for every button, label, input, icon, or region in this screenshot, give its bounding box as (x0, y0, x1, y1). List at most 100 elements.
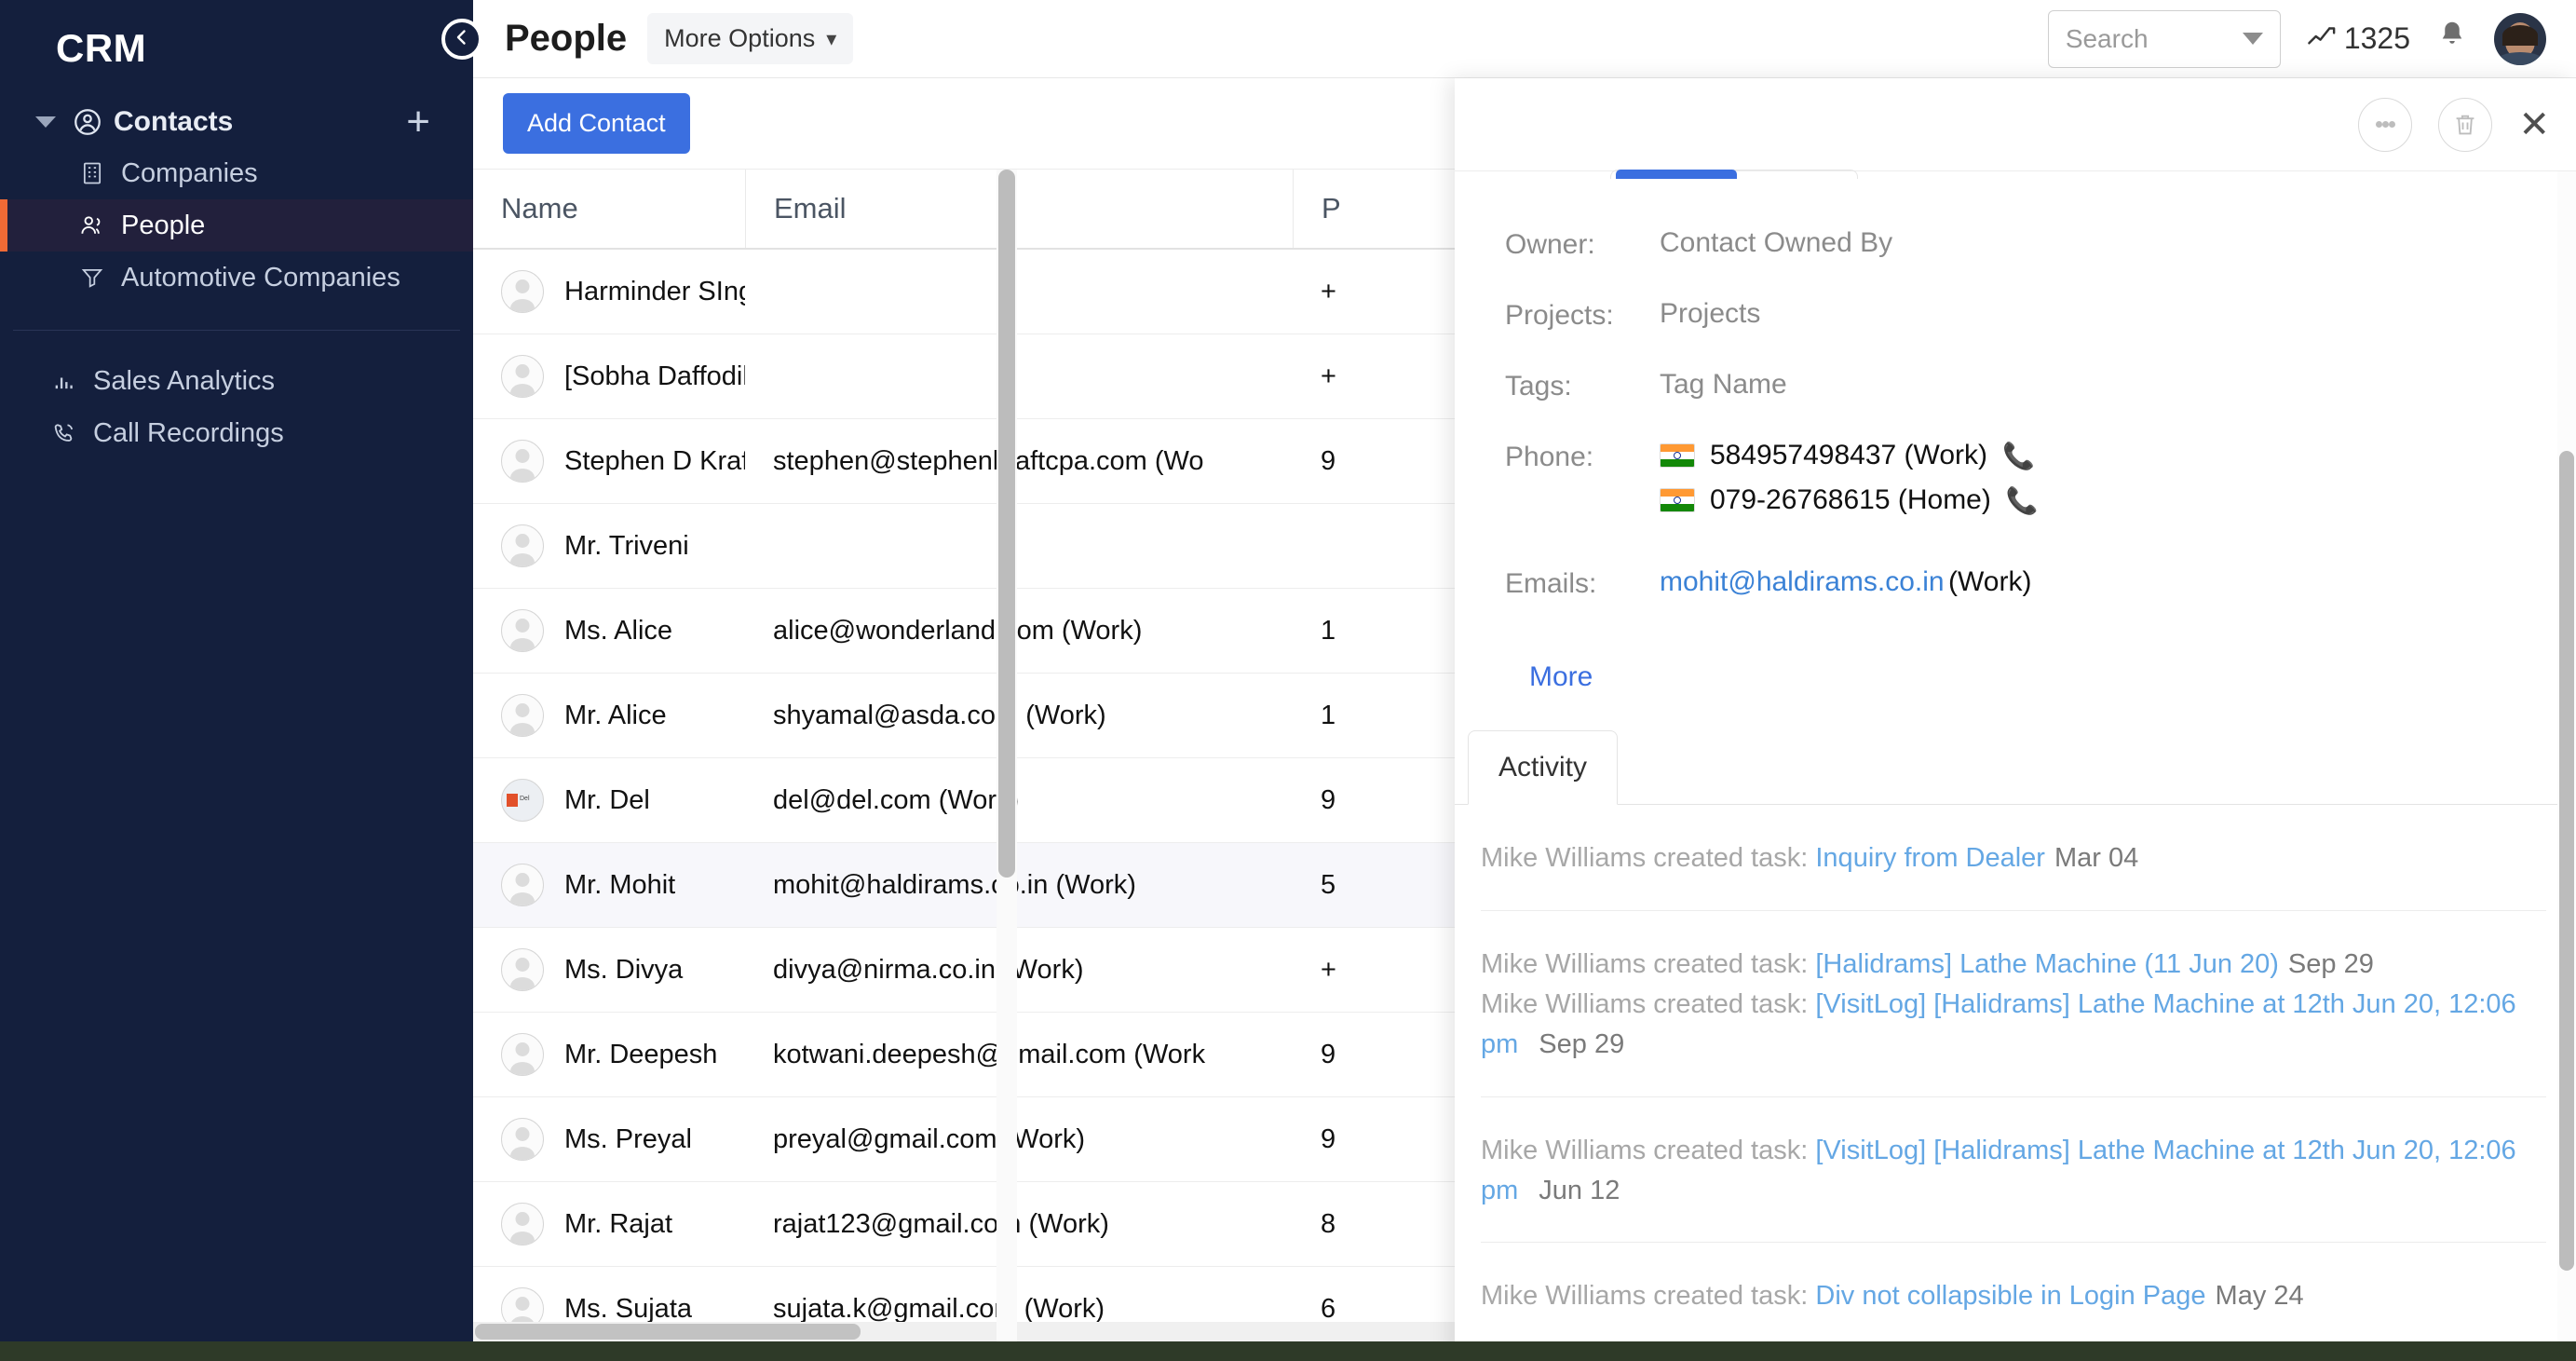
activity-date: Jun 12 (1539, 1175, 1620, 1205)
detail-active-tab-indicator[interactable] (1616, 170, 1737, 179)
table-row[interactable]: Ms. Sujata sujata.k@gmail.com (Work) 6 (473, 1267, 1490, 1322)
more-vertical-icon[interactable] (2358, 97, 2413, 152)
cell-name[interactable]: Mr. Deepesh (473, 1033, 745, 1076)
add-contact-button[interactable]: Add Contact (503, 93, 690, 154)
cell-name[interactable]: Ms. Alice (473, 609, 745, 652)
cell-name[interactable]: Mr. Mohit (473, 864, 745, 906)
field-label: Projects: (1505, 300, 1614, 331)
table-horizontal-scrollbar[interactable] (473, 1322, 1490, 1341)
table-row[interactable]: Mr. Mohit mohit@haldirams.co.in (Work) 5 (473, 843, 1490, 928)
email-address-link[interactable]: mohit@haldirams.co.in (1660, 566, 1945, 597)
table-vertical-scroll-thumb[interactable] (998, 170, 1015, 878)
avatar (501, 1203, 544, 1245)
contact-name: Harminder SIngh (564, 276, 745, 306)
cell-name[interactable]: Del Mr. Del (473, 779, 745, 822)
contact-name: Ms. Sujata (564, 1293, 692, 1323)
sidebar-item-sales-analytics[interactable]: Sales Analytics (0, 355, 473, 407)
chevron-down-icon[interactable] (2242, 33, 2263, 45)
chevron-down-icon[interactable] (35, 116, 56, 128)
cell-email[interactable]: alice@wonderland.com (Work) (745, 616, 1293, 646)
table-body: Harminder SIngh+[Sobha Daffodils] Mr. ..… (473, 250, 1490, 1322)
sidebar-group-contacts[interactable]: Contacts + (0, 97, 473, 147)
sidebar-item-companies[interactable]: Companies (0, 147, 473, 199)
bell-icon[interactable] (2436, 20, 2468, 58)
close-icon[interactable]: ✕ (2518, 106, 2550, 143)
cell-email[interactable]: kotwani.deepesh@gmail.com (Work (745, 1040, 1293, 1070)
activity-date: May 24 (2215, 1281, 2304, 1312)
table-row[interactable]: [Sobha Daffodils] Mr. ...+ (473, 334, 1490, 419)
more-fields-link[interactable]: More (1529, 661, 1593, 693)
cell-email[interactable]: stephen@stephenkraftcpa.com (Wo (745, 446, 1293, 477)
table-row[interactable]: Mr. Rajat rajat123@gmail.com (Work) 8 (473, 1182, 1490, 1267)
cell-name[interactable]: Harminder SIngh (473, 270, 745, 313)
table-row[interactable]: Mr. Deepesh kotwani.deepesh@gmail.com (Wo… (473, 1013, 1490, 1097)
table-row[interactable]: Ms. Alice alice@wonderland.com (Work) 1 (473, 589, 1490, 674)
sidebar-item-label: Companies (121, 157, 258, 188)
sidebar-item-label: Sales Analytics (93, 365, 276, 396)
table-row[interactable]: Mr. Alice shyamal@asda.com (Work) 1 (473, 674, 1490, 758)
column-header-name[interactable]: Name (473, 192, 745, 225)
cell-name[interactable]: Stephen D Kraft, CPA,... (473, 440, 745, 483)
cell-email[interactable]: sujata.k@gmail.com (Work) (745, 1294, 1293, 1323)
activity-task-link[interactable]: Inquiry from Dealer (1815, 843, 2045, 873)
sidebar-collapse-button[interactable] (441, 19, 482, 60)
field-value[interactable]: Tag Name (1660, 369, 1787, 401)
activity-tab-strip: Activity (1455, 730, 2576, 805)
table-row[interactable]: Del Mr. Del del@del.com (Work) 9 (473, 758, 1490, 843)
detail-vertical-scrollbar[interactable] (2557, 171, 2576, 1361)
cell-email[interactable]: rajat123@gmail.com (Work) (745, 1209, 1293, 1240)
cell-name[interactable]: Mr. Rajat (473, 1203, 745, 1245)
table-row[interactable]: Ms. Preyal preyal@gmail.com (Work) 9 (473, 1097, 1490, 1182)
cell-email[interactable]: shyamal@asda.com (Work) (745, 701, 1293, 731)
cell-name[interactable]: [Sobha Daffodils] Mr. ... (473, 355, 745, 398)
activity-task-link[interactable]: Div not collapsible in Login Page (1815, 1281, 2205, 1311)
avatar (501, 1118, 544, 1161)
desktop-wallpaper-strip (0, 1341, 2576, 1361)
cell-email[interactable]: preyal@gmail.com (Work) (745, 1124, 1293, 1155)
avatar: Del (501, 779, 544, 822)
contacts-table: Name Email P Harminder SIngh+[Sobha Daff… (473, 170, 1490, 1322)
cell-email[interactable]: del@del.com (Work) (745, 785, 1293, 816)
activity-task-link[interactable]: [Halidrams] Lathe Machine (11 Jun 20) (1815, 949, 2279, 979)
sidebar-item-call-recordings[interactable]: Call Recordings (0, 407, 473, 459)
cell-name[interactable]: Mr. Alice (473, 694, 745, 737)
trash-icon[interactable] (2438, 97, 2493, 152)
cell-name[interactable]: Ms. Sujata (473, 1287, 745, 1322)
field-value[interactable]: Contact Owned By (1660, 227, 1892, 259)
activity-verb: created task: (1646, 948, 1816, 979)
add-contact-plus-icon[interactable]: + (406, 101, 430, 143)
field-value[interactable]: Projects (1660, 298, 1760, 330)
sidebar-item-automotive-companies[interactable]: Automotive Companies (0, 252, 473, 304)
activity-actor: Mike Williams (1481, 1135, 1647, 1165)
more-options-button[interactable]: More Options ▾ (647, 13, 854, 64)
table-row[interactable]: Ms. Divya divya@nirma.co.in (Work) + (473, 928, 1490, 1013)
tab-activity[interactable]: Activity (1468, 730, 1619, 805)
cell-name[interactable]: Ms. Preyal (473, 1118, 745, 1161)
table-vertical-scrollbar[interactable] (997, 170, 1017, 1341)
detail-vertical-scroll-thumb[interactable] (2559, 451, 2574, 1271)
activity-actor: Mike Williams (1481, 948, 1647, 979)
top-bar: People More Options ▾ Search 1325 (473, 0, 2576, 78)
app-root: CRM Contacts + Companies People Automoti… (0, 0, 2576, 1361)
activity-counter[interactable]: 1325 (2307, 21, 2410, 56)
cell-name[interactable]: Mr. Triveni (473, 524, 745, 567)
cell-email[interactable]: divya@nirma.co.in (Work) (745, 955, 1293, 986)
cell-name[interactable]: Ms. Divya (473, 948, 745, 991)
avatar (501, 355, 544, 398)
phone-call-icon[interactable]: 📞 (2002, 441, 2035, 471)
table-row[interactable]: Mr. Triveni (473, 504, 1490, 589)
chevron-left-icon (451, 26, 473, 53)
table-row[interactable]: Stephen D Kraft, CPA,...stephen@stephenk… (473, 419, 1490, 504)
sidebar-item-people[interactable]: People (0, 199, 473, 252)
avatar[interactable] (2494, 12, 2546, 65)
contact-name: Mr. Alice (564, 700, 667, 730)
table-horizontal-scroll-thumb[interactable] (475, 1324, 861, 1340)
search-placeholder: Search (2065, 23, 2149, 53)
column-header-email[interactable]: Email (745, 170, 1293, 248)
search-input[interactable]: Search (2047, 9, 2281, 68)
table-row[interactable]: Harminder SIngh+ (473, 250, 1490, 334)
avatar (501, 440, 544, 483)
cell-email[interactable]: mohit@haldirams.co.in (Work) (745, 870, 1293, 901)
phone-list: 584957498437 (Work) 📞 079-26768615 (Home) 📞 (1660, 440, 2039, 529)
phone-call-icon[interactable]: 📞 (2006, 485, 2039, 516)
